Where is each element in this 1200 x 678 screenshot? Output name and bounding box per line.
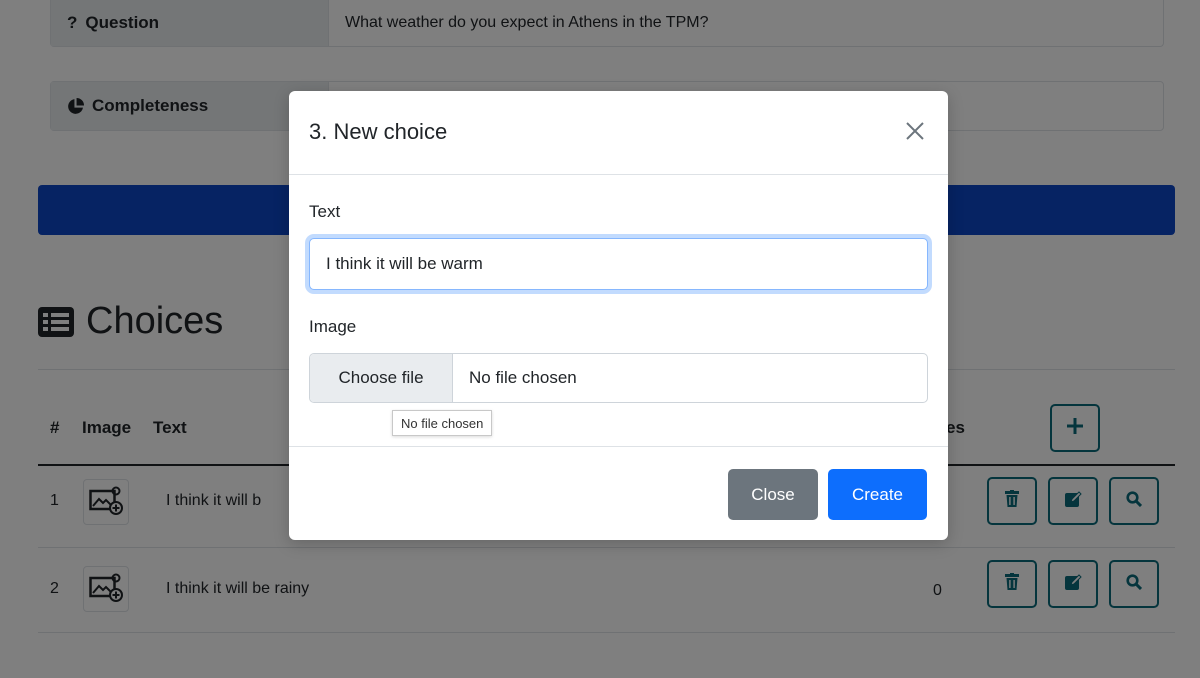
text-field-label: Text: [309, 202, 341, 221]
file-tooltip: No file chosen: [392, 410, 493, 436]
modal-header: 3. New choice: [289, 91, 948, 175]
new-choice-modal: 3. New choice Text Image Choose file No …: [289, 91, 948, 540]
file-status: No file chosen: [469, 368, 577, 387]
image-file-input[interactable]: Choose file No file chosen: [309, 353, 928, 403]
choose-file-button[interactable]: Choose file: [310, 354, 453, 402]
create-button[interactable]: Create: [828, 469, 927, 520]
choice-text-input[interactable]: [309, 238, 928, 290]
close-button[interactable]: Close: [728, 469, 818, 520]
modal-footer: Close Create: [289, 446, 948, 540]
image-field-label: Image: [309, 317, 357, 336]
close-icon[interactable]: [903, 119, 927, 143]
modal-title: 3. New choice: [309, 119, 448, 144]
